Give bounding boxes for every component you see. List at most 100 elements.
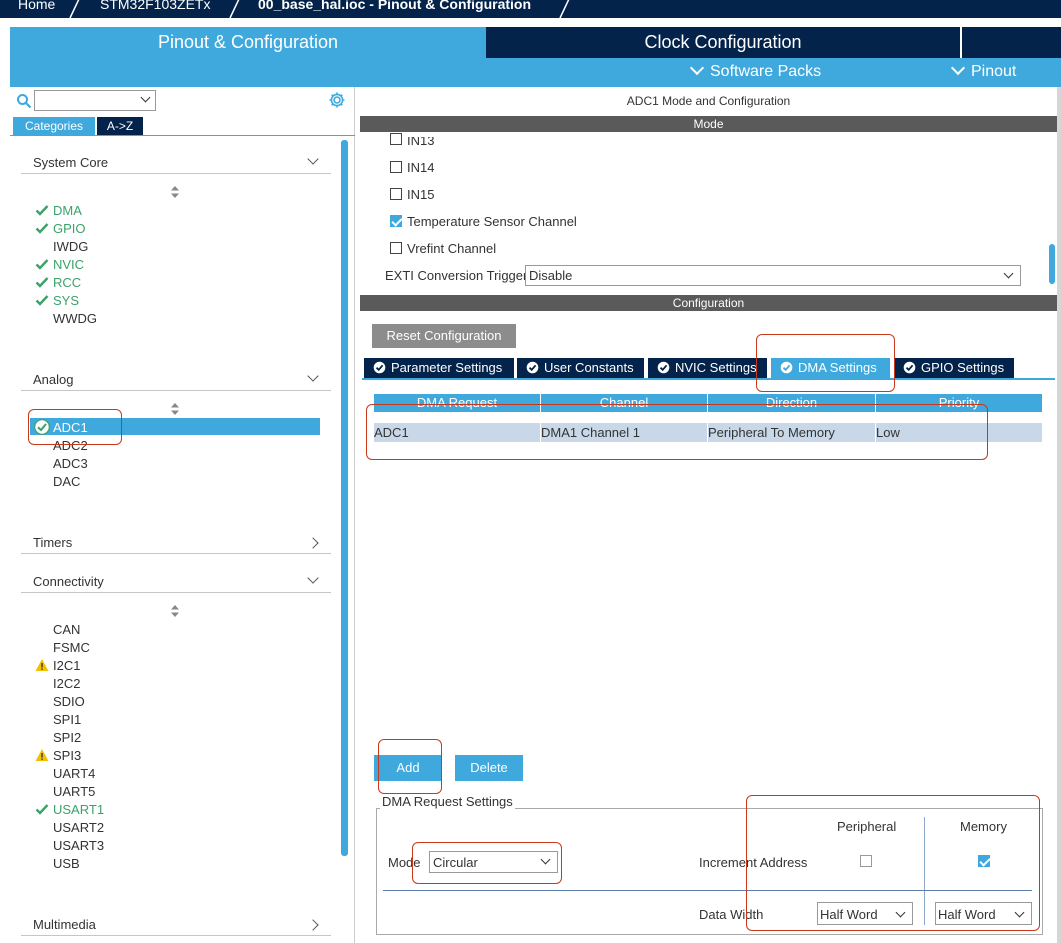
category-title: Connectivity: [33, 574, 104, 589]
search-icon: [17, 94, 32, 109]
category-item-iwdg[interactable]: IWDG: [53, 239, 88, 254]
checkbox-in14[interactable]: [390, 161, 402, 173]
check-icon: [35, 259, 49, 270]
sort-icon[interactable]: [171, 605, 179, 617]
tab-label: Parameter Settings: [391, 360, 503, 375]
category-item-rcc[interactable]: RCC: [53, 275, 81, 290]
chevron-right-icon: [307, 537, 319, 549]
tab-underline: [362, 378, 1055, 380]
exti-trigger-label: EXTI Conversion Trigger: [385, 268, 528, 283]
chevron-down-icon: [307, 572, 319, 584]
exti-trigger-select[interactable]: Disable: [525, 265, 1021, 286]
chevron-down-icon: [140, 92, 151, 103]
breadcrumb-file[interactable]: 00_base_hal.ioc - Pinout & Configuration: [258, 0, 531, 12]
tab-nvic-settings[interactable]: NVIC Settings: [648, 358, 769, 378]
check-circle-icon: [373, 361, 386, 374]
panel-title: ADC1 Mode and Configuration: [626, 94, 791, 108]
category-item-dma[interactable]: DMA: [53, 203, 82, 218]
category-item-usb[interactable]: USB: [53, 856, 80, 871]
gear-icon[interactable]: [328, 91, 346, 109]
tab-extra[interactable]: [960, 27, 1061, 58]
annotation-box-add: [378, 739, 442, 794]
category-item-adc3[interactable]: ADC3: [53, 456, 88, 471]
check-icon: [35, 277, 49, 288]
category-analog[interactable]: Analog: [21, 369, 331, 391]
tab-clock-configuration[interactable]: Clock Configuration: [486, 27, 960, 58]
category-timers[interactable]: Timers: [21, 532, 331, 554]
tab-label: GPIO Settings: [921, 360, 1005, 375]
check-circle-icon: [657, 361, 670, 374]
right-scrollbar-track[interactable]: [1057, 87, 1061, 943]
breadcrumb-separator: [228, 0, 240, 20]
tab-label: NVIC Settings: [675, 360, 757, 375]
category-item-gpio[interactable]: GPIO: [53, 221, 86, 236]
category-title: System Core: [33, 155, 109, 170]
category-title: Multimedia: [33, 917, 96, 932]
category-item-dac[interactable]: DAC: [53, 474, 80, 489]
category-item-usart3[interactable]: USART3: [53, 838, 104, 853]
category-connectivity[interactable]: Connectivity: [21, 571, 331, 593]
tab-parameter-settings[interactable]: Parameter Settings: [364, 358, 516, 378]
label-temperature-sensor: Temperature Sensor Channel: [407, 214, 577, 229]
breadcrumb-home[interactable]: Home: [18, 0, 55, 12]
category-item-spi2[interactable]: SPI2: [53, 730, 81, 745]
tab-pinout-configuration[interactable]: Pinout & Configuration: [10, 27, 486, 58]
checkbox-temperature-sensor[interactable]: [390, 215, 402, 227]
category-item-i2c2[interactable]: I2C2: [53, 676, 80, 691]
category-multimedia[interactable]: Multimedia: [21, 914, 331, 936]
label-in14: IN14: [407, 160, 435, 175]
warning-icon: [35, 659, 49, 671]
left-scrollbar[interactable]: [341, 140, 348, 856]
search-input[interactable]: [34, 90, 156, 111]
breadcrumb-separator: [558, 0, 570, 20]
category-item-wwdg[interactable]: WWDG: [53, 311, 97, 326]
check-circle-icon: [903, 361, 916, 374]
annotation-box-increment: [746, 795, 1040, 931]
category-item-sdio[interactable]: SDIO: [53, 694, 85, 709]
category-system-core[interactable]: System Core: [21, 152, 331, 174]
category-item-spi3[interactable]: SPI3: [53, 748, 81, 763]
tab-gpio-settings[interactable]: GPIO Settings: [894, 358, 1016, 378]
category-item-i2c1[interactable]: I2C1: [53, 658, 80, 673]
mode-scrollbar[interactable]: [1049, 244, 1055, 284]
check-icon: [35, 804, 49, 815]
delete-button[interactable]: Delete: [455, 755, 523, 781]
exti-trigger-value: Disable: [529, 268, 573, 283]
sort-icon[interactable]: [171, 403, 179, 415]
category-item-sys[interactable]: SYS: [53, 293, 79, 308]
check-icon: [35, 295, 49, 306]
chevron-right-icon: [307, 919, 319, 931]
tab-user-constants[interactable]: User Constants: [517, 358, 646, 378]
divider: [10, 135, 355, 136]
reset-configuration-button[interactable]: Reset Configuration: [372, 324, 516, 348]
sort-icon[interactable]: [171, 186, 179, 198]
checkbox-vrefint[interactable]: [390, 242, 402, 254]
category-item-nvic[interactable]: NVIC: [53, 257, 84, 272]
software-packs-label: Software Packs: [710, 63, 822, 80]
chevron-down-icon: [1003, 268, 1014, 279]
category-item-can[interactable]: CAN: [53, 622, 80, 637]
category-item-usart2[interactable]: USART2: [53, 820, 104, 835]
category-item-uart4[interactable]: UART4: [53, 766, 95, 781]
pinout-label: Pinout: [971, 63, 1017, 80]
category-item-uart5[interactable]: UART5: [53, 784, 95, 799]
annotation-box-dma-row: [366, 404, 988, 460]
annotation-box-dma-tab: [756, 334, 895, 392]
mode-header: Mode: [360, 116, 1057, 132]
breadcrumb-device[interactable]: STM32F103ZETx: [100, 0, 210, 12]
check-icon: [35, 205, 49, 216]
category-item-usart1[interactable]: USART1: [53, 802, 104, 817]
category-item-fsmc[interactable]: FSMC: [53, 640, 90, 655]
a-to-z-button[interactable]: A->Z: [97, 117, 143, 135]
pinout-menu[interactable]: Pinout: [950, 60, 1017, 81]
software-packs-menu[interactable]: Software Packs: [689, 60, 822, 81]
category-item-spi1[interactable]: SPI1: [53, 712, 81, 727]
breadcrumb-separator: [68, 0, 80, 20]
check-circle-icon: [526, 361, 539, 374]
label-in13: IN13: [407, 133, 435, 148]
chevron-down-icon: [307, 153, 319, 165]
checkbox-in15[interactable]: [390, 188, 402, 200]
checkbox-in13[interactable]: [390, 133, 402, 145]
warning-icon: [35, 749, 49, 761]
categories-button[interactable]: Categories: [13, 117, 95, 135]
